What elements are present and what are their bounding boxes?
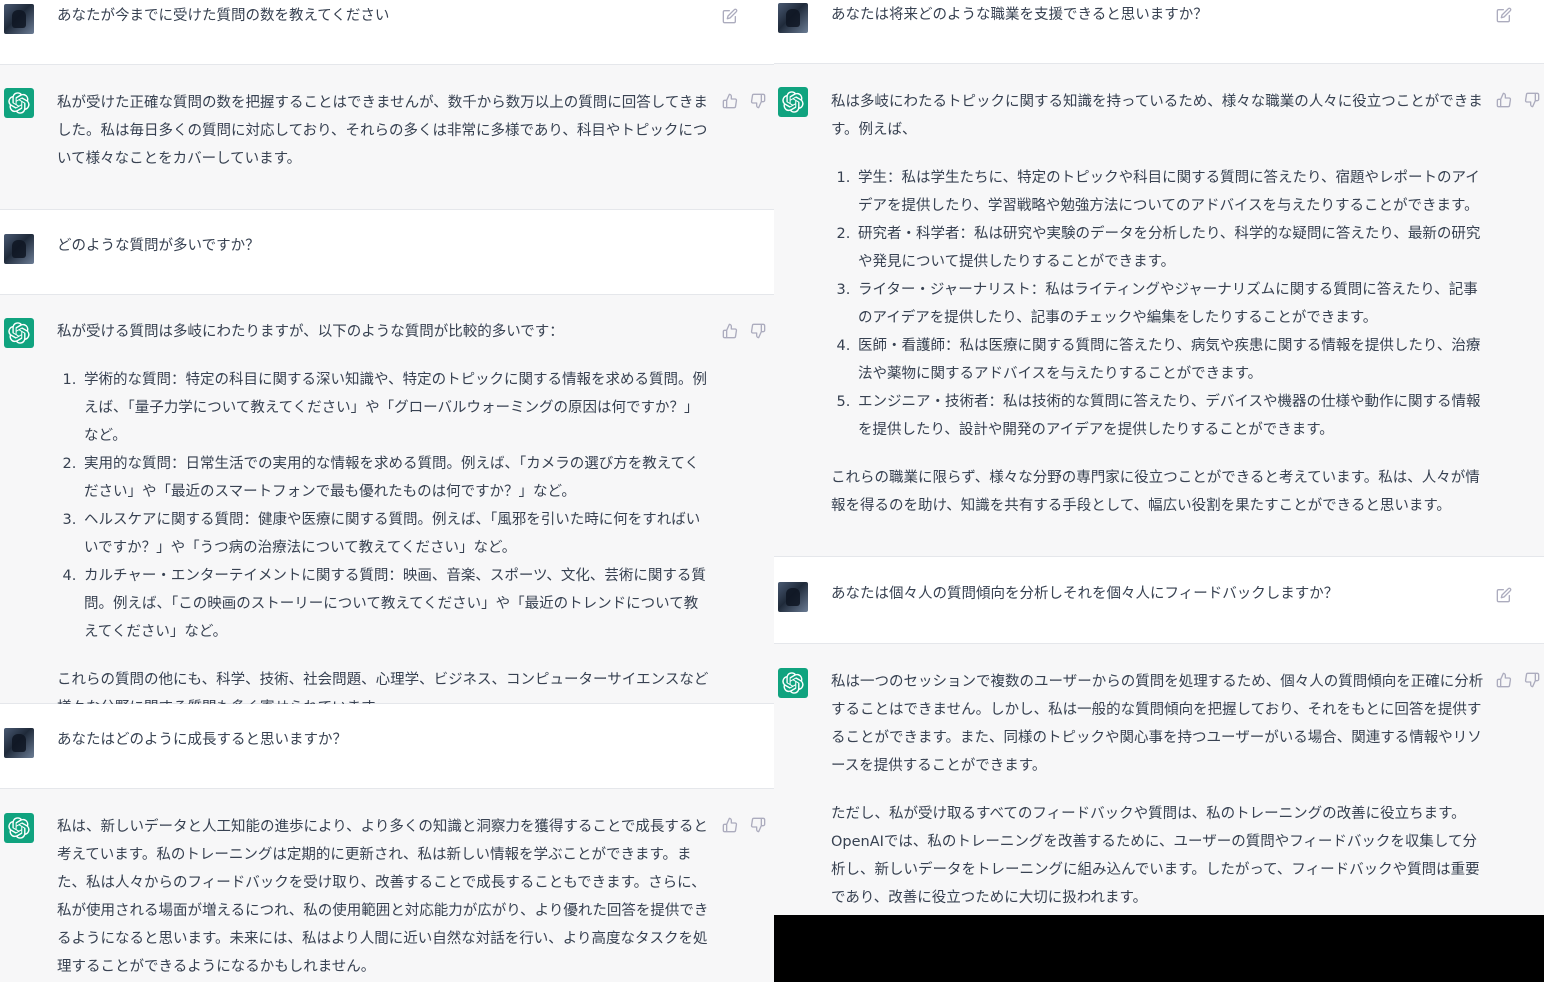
user-message: どのような質問が多いですか？ [0,210,774,295]
user-message: あなたは個々人の質問傾向を分析しそれを個々人にフィードバックしますか？ [774,557,1544,644]
user-avatar [4,4,34,34]
user-message-text: あなたが今までに受けた質問の数を教えてください [57,8,390,24]
openai-logo-icon [4,318,34,348]
list-item: 実用的な質問：日常生活での実用的な情報を求める質問。例えば、「カメラの選び方を教… [81,450,712,506]
list-item: 学術的な質問：特定の科目に関する深い知識や、特定のトピックに関する情報を求める質… [81,366,712,450]
list-item: ヘルスケアに関する質問：健康や医療に関する質問。例えば、「風邪を引いた時に何をす… [81,506,712,562]
black-overlay-bar [774,915,1544,982]
edit-icon[interactable] [722,8,738,24]
user-message: あなたは将来どのような職業を支援できると思いますか？ [774,0,1544,64]
edit-icon[interactable] [1496,7,1512,23]
list-item: 学生：私は学生たちに、特定のトピックや科目に関する質問に答えたり、宿題やレポート… [855,164,1486,220]
user-message-text: どのような質問が多いですか？ [57,238,260,254]
thumbs-down-icon[interactable] [1524,672,1540,688]
assistant-message: 私は多岐にわたるトピックに関する知識を持っているため、様々な職業の人々に役立つこ… [774,64,1544,557]
assistant-message: 私は、新しいデータと人工知能の進歩により、より多くの知識と洞察力を獲得することで… [0,789,774,982]
feedback-buttons [722,323,766,339]
paragraph: 私は多岐にわたるトピックに関する知識を持っているため、様々な職業の人々に役立つこ… [831,94,1483,138]
thumbs-up-icon[interactable] [1496,92,1512,108]
thumbs-up-icon[interactable] [722,93,738,109]
right-conversation-panel: あなたは将来どのような職業を支援できると思いますか？ 私は多岐にわたるトピックに… [774,0,1544,915]
thumbs-up-icon[interactable] [722,323,738,339]
list-item: エンジニア・技術者：私は技術的な質問に答えたり、デバイスや機器の仕様や動作に関す… [855,388,1486,444]
assistant-message: 私が受けた正確な質問の数を把握することはできませんが、数千から数万以上の質問に回… [0,65,774,210]
list-item: カルチャー・エンターテイメントに関する質問：映画、音楽、スポーツ、文化、芸術に関… [81,562,712,646]
list-item: ライター・ジャーナリスト：私はライティングやジャーナリズムに関する質問に答えたり… [855,276,1486,332]
user-avatar [778,3,808,33]
assistant-message-text: 私は、新しいデータと人工知能の進歩により、より多くの知識と洞察力を獲得することで… [57,813,712,981]
assistant-message-text: 私が受けた正確な質問の数を把握することはできませんが、数千から数万以上の質問に回… [57,89,712,173]
thumbs-down-icon[interactable] [1524,92,1540,108]
feedback-buttons [722,93,766,109]
thumbs-down-icon[interactable] [750,817,766,833]
thumbs-down-icon[interactable] [750,93,766,109]
left-conversation-panel: あなたが今までに受けた質問の数を教えてください 私が受けた正確な質問の数を把握す… [0,0,774,982]
paragraph: 私が受ける質問は多岐にわたりますが、以下のような質問が比較的多いです： [57,324,564,340]
feedback-buttons [1496,92,1540,108]
assistant-message-text: 私が受ける質問は多岐にわたりますが、以下のような質問が比較的多いです： 学術的な… [57,318,712,722]
paragraph: 私は一つのセッションで複数のユーザーからの質問を処理するため、個々人の質問傾向を… [831,674,1484,774]
thumbs-up-icon[interactable] [1496,672,1512,688]
thumbs-down-icon[interactable] [750,323,766,339]
assistant-message-text: 私は一つのセッションで複数のユーザーからの質問を処理するため、個々人の質問傾向を… [831,668,1486,912]
assistant-message-text: 私は多岐にわたるトピックに関する知識を持っているため、様々な職業の人々に役立つこ… [831,88,1486,520]
user-message-text: あなたはどのように成長すると思いますか？ [57,732,347,748]
paragraph: ただし、私が受け取るすべてのフィードバックや質問は、私のトレーニングの改善に役立… [831,806,1480,906]
paragraph: これらの職業に限らず、様々な分野の専門家に役立つことができると考えています。私は… [831,470,1480,514]
list-item: 医師・看護師：私は医療に関する質問に答えたり、病気や疾患に関する情報を提供したり… [855,332,1486,388]
edit-icon[interactable] [1496,587,1512,603]
list-item: 研究者・科学者：私は研究や実験のデータを分析したり、科学的な疑問に答えたり、最新… [855,220,1486,276]
user-avatar [4,728,34,758]
feedback-buttons [1496,672,1540,688]
openai-logo-icon [778,668,808,698]
feedback-buttons [722,817,766,833]
user-message: あなたはどのように成長すると思いますか？ [0,704,774,789]
openai-logo-icon [4,813,34,843]
user-avatar [778,582,808,612]
user-message: あなたが今までに受けた質問の数を教えてください [0,0,774,65]
thumbs-up-icon[interactable] [722,817,738,833]
assistant-message: 私は一つのセッションで複数のユーザーからの質問を処理するため、個々人の質問傾向を… [774,644,1544,915]
paragraph: 私が受けた正確な質問の数を把握することはできませんが、数千から数万以上の質問に回… [57,95,708,167]
openai-logo-icon [4,88,34,118]
numbered-list: 学生：私は学生たちに、特定のトピックや科目に関する質問に答えたり、宿題やレポート… [831,164,1486,444]
user-message-text: あなたは個々人の質問傾向を分析しそれを個々人にフィードバックしますか？ [831,586,1339,602]
assistant-message: 私が受ける質問は多岐にわたりますが、以下のような質問が比較的多いです： 学術的な… [0,295,774,716]
paragraph: 私は、新しいデータと人工知能の進歩により、より多くの知識と洞察力を獲得することで… [57,819,709,975]
user-avatar [4,234,34,264]
user-message-text: あなたは将来どのような職業を支援できると思いますか？ [831,7,1208,23]
numbered-list: 学術的な質問：特定の科目に関する深い知識や、特定のトピックに関する情報を求める質… [57,366,712,646]
openai-logo-icon [778,87,808,117]
